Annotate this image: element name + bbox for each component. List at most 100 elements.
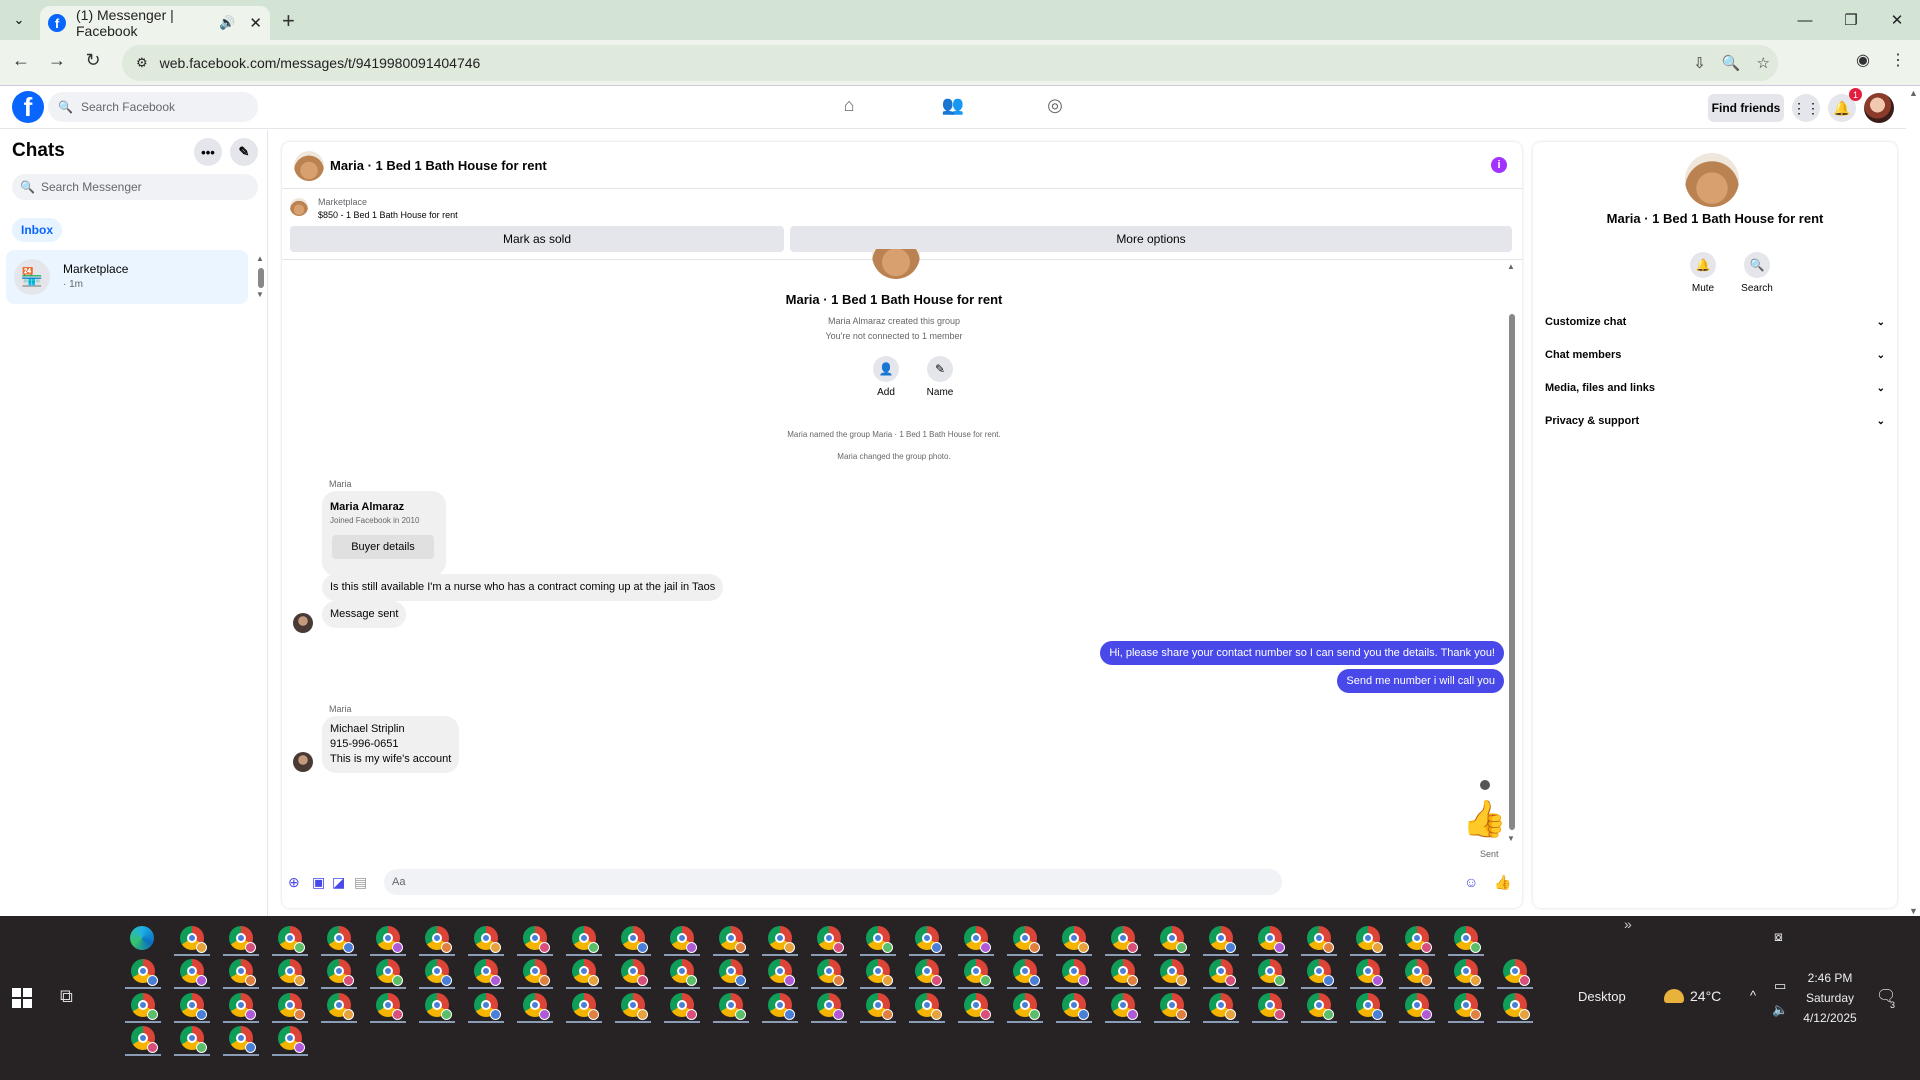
chrome-window-icon[interactable] [1209, 959, 1236, 986]
chrome-menu-icon[interactable]: ⋮ [1890, 50, 1906, 70]
message-bubble[interactable]: Michael Striplin 915-996-0651 This is my… [322, 716, 460, 773]
chrome-window-icon[interactable] [1209, 993, 1236, 1020]
chrome-window-icon[interactable] [817, 959, 844, 986]
chrome-window-icon[interactable] [1111, 926, 1138, 953]
media-files-links-row[interactable]: Media, files and links ⌄ [1545, 378, 1885, 398]
chrome-window-icon[interactable] [572, 959, 599, 986]
chrome-window-icon[interactable] [474, 926, 501, 953]
chrome-window-icon[interactable] [278, 926, 305, 953]
tab-search-chevron-icon[interactable]: ⌄ [8, 9, 30, 31]
scroll-up-icon[interactable]: ▲ [256, 254, 264, 263]
chrome-window-icon[interactable] [621, 993, 648, 1020]
chrome-window-icon[interactable] [621, 959, 648, 986]
back-icon[interactable]: ← [8, 50, 34, 71]
chrome-window-icon[interactable] [1307, 926, 1334, 953]
scroll-down-icon[interactable]: ▼ [256, 290, 264, 299]
restore-icon[interactable]: ❐ [1828, 0, 1874, 40]
chrome-window-icon[interactable] [180, 993, 207, 1020]
chrome-window-icon[interactable] [1454, 926, 1481, 953]
chat-members-row[interactable]: Chat members ⌄ [1545, 345, 1885, 365]
chrome-window-icon[interactable] [768, 993, 795, 1020]
my-message-bubble[interactable]: Hi, please share your contact number so … [1100, 641, 1504, 665]
mute-button[interactable]: 🔔 Mute [1683, 252, 1723, 294]
chrome-window-icon[interactable] [1356, 926, 1383, 953]
chrome-window-icon[interactable] [1160, 926, 1187, 953]
add-member-button[interactable]: 👤 Add [866, 356, 906, 398]
name-group-button[interactable]: ✎ Name [920, 356, 960, 398]
tray-expand-icon[interactable]: ^ [1750, 988, 1756, 1003]
scroll-thumb[interactable] [1509, 314, 1515, 830]
chrome-window-icon[interactable] [376, 993, 403, 1020]
chrome-window-icon[interactable] [1307, 959, 1334, 986]
chrome-window-icon[interactable] [1013, 926, 1040, 953]
chrome-window-icon[interactable] [621, 926, 648, 953]
chrome-window-icon[interactable] [180, 1026, 207, 1053]
sticker-icon[interactable]: ◪ [332, 874, 345, 891]
chrome-window-icon[interactable] [719, 993, 746, 1020]
chrome-window-icon[interactable] [915, 926, 942, 953]
chrome-window-icon[interactable] [817, 926, 844, 953]
chrome-window-icon[interactable] [523, 993, 550, 1020]
chrome-window-icon[interactable] [1160, 993, 1187, 1020]
close-window-icon[interactable]: ✕ [1874, 0, 1920, 40]
new-tab-button[interactable]: + [282, 8, 295, 34]
friends-icon[interactable]: 👥 [940, 95, 966, 121]
chrome-window-icon[interactable] [1454, 959, 1481, 986]
gif-icon[interactable]: ▤ [354, 874, 367, 891]
zoom-icon[interactable]: 🔍 [1722, 54, 1741, 72]
chrome-window-icon[interactable] [523, 959, 550, 986]
chrome-window-icon[interactable] [1405, 959, 1432, 986]
chrome-window-icon[interactable] [964, 959, 991, 986]
chrome-window-icon[interactable] [670, 993, 697, 1020]
info-icon[interactable]: i [1491, 157, 1507, 173]
chrome-window-icon[interactable] [866, 926, 893, 953]
privacy-support-row[interactable]: Privacy & support ⌄ [1545, 411, 1885, 431]
chrome-window-icon[interactable] [131, 1026, 158, 1053]
chrome-window-icon[interactable] [229, 993, 256, 1020]
listing-title[interactable]: $850 - 1 Bed 1 Bath House for rent [318, 210, 458, 220]
chrome-window-icon[interactable] [768, 959, 795, 986]
buyer-details-button[interactable]: Buyer details [332, 535, 434, 559]
address-bar[interactable]: ⚙ web.facebook.com/messages/t/9419980091… [122, 45, 1778, 81]
chat-list-scrollbar[interactable]: ▲ ▼ [256, 254, 264, 299]
group-avatar[interactable] [294, 151, 324, 181]
chrome-window-icon[interactable] [327, 926, 354, 953]
message-bubble[interactable]: Message sent [322, 601, 407, 628]
edge-browser-icon[interactable] [130, 926, 154, 950]
chrome-window-icon[interactable] [964, 926, 991, 953]
overflow-chevron-icon[interactable]: » [1624, 916, 1632, 932]
chrome-window-icon[interactable] [327, 959, 354, 986]
customize-chat-row[interactable]: Customize chat ⌄ [1545, 312, 1885, 332]
chrome-window-icon[interactable] [180, 959, 207, 986]
chrome-window-icon[interactable] [719, 926, 746, 953]
thumbs-up-icon[interactable]: 👍 [1462, 798, 1507, 840]
sender-avatar[interactable] [293, 752, 313, 772]
plus-circle-icon[interactable]: ⊕ [288, 874, 300, 891]
chrome-window-icon[interactable] [670, 926, 697, 953]
chrome-window-icon[interactable] [474, 993, 501, 1020]
photo-icon[interactable]: ▣ [312, 874, 325, 891]
chrome-window-icon[interactable] [1356, 959, 1383, 986]
chrome-window-icon[interactable] [425, 926, 452, 953]
chrome-window-icon[interactable] [229, 926, 256, 953]
messenger-search-input[interactable]: 🔍 Search Messenger [12, 174, 258, 200]
chrome-window-icon[interactable] [1111, 993, 1138, 1020]
chrome-window-icon[interactable] [1258, 993, 1285, 1020]
chrome-window-icon[interactable] [1062, 926, 1089, 953]
chrome-window-icon[interactable] [1454, 993, 1481, 1020]
volume-icon[interactable]: 🔈 [1772, 998, 1788, 1022]
scroll-up-icon[interactable]: ▲ [1507, 262, 1515, 271]
facebook-logo[interactable]: f [12, 91, 44, 123]
search-conversation-button[interactable]: 🔍 Search [1737, 252, 1777, 294]
group-avatar-large[interactable] [1685, 153, 1739, 207]
message-bubble[interactable]: Is this still available I'm a nurse who … [322, 574, 724, 601]
task-view-icon[interactable]: ⧉ [60, 986, 73, 1007]
bookmark-star-icon[interactable]: ☆ [1757, 54, 1770, 72]
chrome-window-icon[interactable] [1503, 993, 1530, 1020]
chrome-window-icon[interactable] [1209, 926, 1236, 953]
windows-start-icon[interactable] [12, 988, 32, 1008]
chrome-window-icon[interactable] [1258, 959, 1285, 986]
chrome-window-icon[interactable] [425, 959, 452, 986]
chrome-window-icon[interactable] [572, 926, 599, 953]
chat-list-item[interactable]: 🏪 Marketplace · 1m [6, 250, 248, 304]
